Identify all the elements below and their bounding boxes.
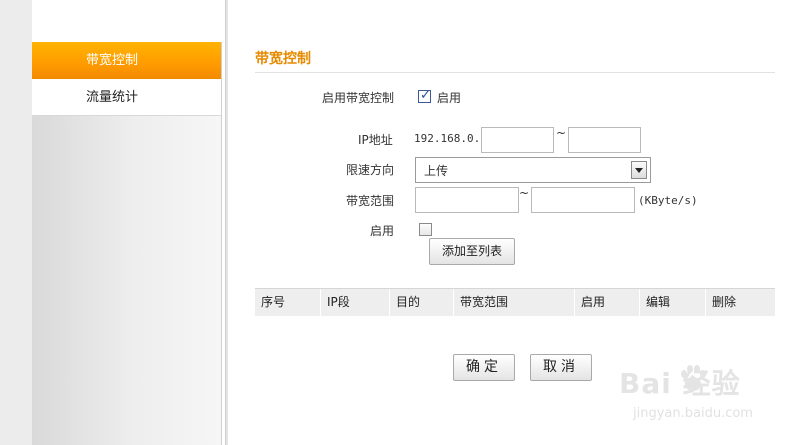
rule-enable-checkbox[interactable]	[419, 223, 432, 236]
left-gutter	[0, 0, 32, 445]
enable-bandwidth-checkbox[interactable]: ✓	[418, 88, 431, 103]
column-header: 带宽范围	[454, 289, 575, 316]
sidebar-item-label: 流量统计	[86, 90, 139, 105]
bandwidth-unit: (KByte/s)	[638, 194, 698, 207]
column-header: IP段	[321, 289, 390, 316]
enable-bandwidth-check-label: 启用	[437, 91, 462, 105]
rule-enable-label: 启用	[370, 224, 395, 238]
column-header: 删除	[712, 295, 737, 309]
watermark: Bai 经验 jingyan.baidu.com	[615, 350, 785, 430]
watermark-url: jingyan.baidu.com	[633, 406, 753, 421]
ip-end-input[interactable]	[568, 127, 641, 153]
sidebar: 带宽控制 流量统计	[32, 0, 222, 445]
bandwidth-min-input[interactable]	[415, 187, 519, 213]
rules-table-header: 序号 IP段 目的 带宽范围 启用 编辑 删除	[255, 288, 775, 316]
sidebar-item-label: 带宽控制	[86, 53, 139, 68]
sidebar-item-traffic-stats[interactable]: 流量统计	[32, 79, 221, 116]
direction-selected-value: 上传	[424, 164, 449, 178]
title-divider	[255, 72, 775, 73]
paw-icon	[681, 365, 706, 391]
ip-address-label: IP地址	[358, 133, 393, 147]
bandwidth-range-separator: ~	[519, 186, 530, 200]
cancel-button[interactable]: 取消	[530, 354, 592, 381]
add-to-list-button[interactable]: 添加至列表	[429, 238, 515, 265]
direction-select[interactable]: 上传	[415, 157, 651, 183]
column-header: 编辑	[640, 289, 706, 316]
ip-prefix: 192.168.0.	[414, 132, 481, 145]
column-header: 序号	[255, 289, 321, 316]
bandwidth-range-label: 带宽范围	[346, 194, 395, 208]
direction-label: 限速方向	[346, 163, 395, 177]
sidebar-top-spacer	[32, 0, 222, 42]
ip-range-separator: ~	[556, 126, 567, 140]
column-header: 目的	[390, 289, 454, 316]
bandwidth-max-input[interactable]	[531, 187, 635, 213]
enable-bandwidth-label: 启用带宽控制	[322, 91, 395, 105]
ip-start-input[interactable]	[481, 127, 554, 153]
confirm-button[interactable]: 确定	[453, 354, 515, 381]
chevron-down-icon[interactable]	[631, 161, 647, 179]
sidebar-item-bandwidth-control[interactable]: 带宽控制	[32, 42, 221, 79]
column-header: 启用	[575, 289, 640, 316]
page-title: 带宽控制	[255, 51, 311, 67]
check-mark-icon: ✓	[420, 88, 431, 103]
